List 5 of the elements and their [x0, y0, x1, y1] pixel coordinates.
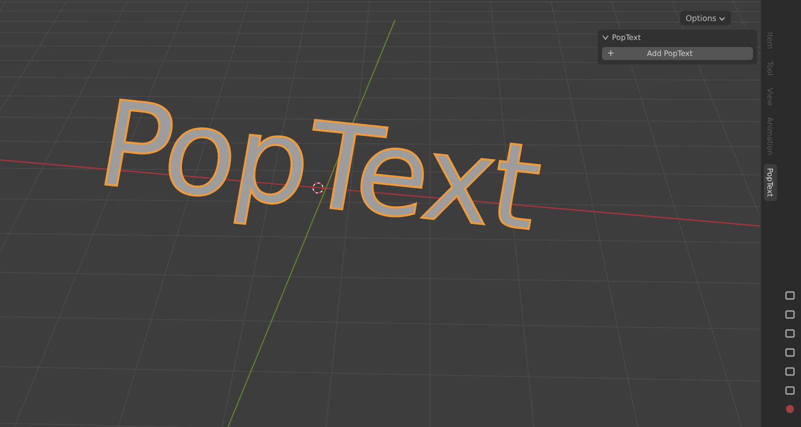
- options-dropdown[interactable]: Options: [680, 11, 731, 25]
- chevron-icon: [719, 16, 725, 20]
- 3d-text-object[interactable]: PopText: [89, 74, 551, 257]
- 3d-cursor-icon: [312, 182, 324, 194]
- chevron-icon[interactable]: [602, 34, 609, 40]
